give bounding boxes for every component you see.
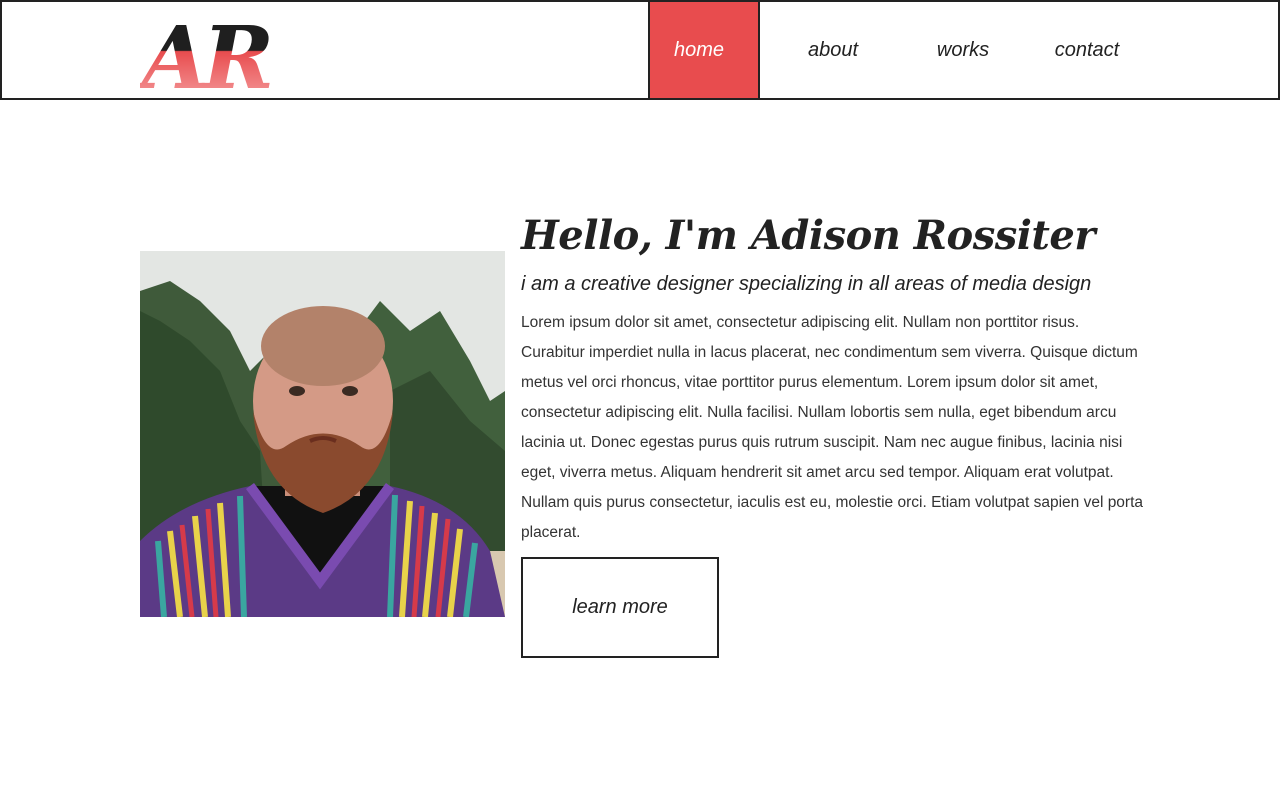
site-header: AR home about works contact (0, 0, 1280, 100)
nav-item-about[interactable]: about (778, 2, 888, 98)
site-logo[interactable]: AR (140, 10, 300, 94)
nav-item-home[interactable]: home (648, 2, 760, 98)
nav-item-label: home (673, 38, 725, 61)
learn-more-button[interactable]: learn more (521, 557, 719, 658)
nav-item-label: works (936, 38, 990, 61)
hero-heading: Hello, I'm Adison Rossiter (521, 212, 1095, 259)
nav-item-works[interactable]: works (908, 2, 1018, 98)
nav-item-contact[interactable]: contact (1032, 2, 1142, 98)
hero-body-text: Lorem ipsum dolor sit amet, consectetur … (521, 314, 1144, 541)
nav-item-label: contact (1054, 38, 1120, 61)
learn-more-label: learn more (572, 596, 668, 618)
hero-subheading: i am a creative designer specializing in… (521, 273, 1092, 295)
logo-text: AR (140, 10, 271, 94)
profile-photo (140, 251, 505, 617)
nav-item-label: about (807, 38, 859, 61)
